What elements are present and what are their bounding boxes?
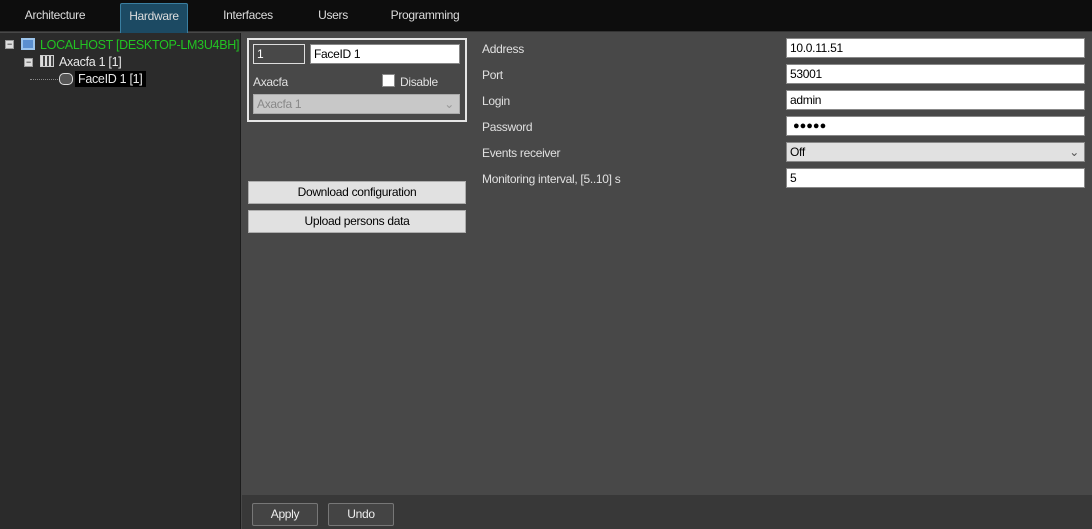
events-receiver-select[interactable]: Off ⌄ [786,142,1085,162]
device-settings-panel: 1 FaceID 1 Axacfa Disable Axacfa 1 ⌄ Down… [242,33,1092,495]
top-tab-bar: Architecture Hardware Interfaces Users P… [0,0,1092,33]
tab-programming[interactable]: Programming [385,3,465,33]
tab-users[interactable]: Users [305,3,361,33]
download-configuration-button[interactable]: Download configuration [248,181,466,204]
tree-node-axacfa[interactable]: Axacfa 1 [1] [59,54,122,70]
chevron-down-icon: ⌄ [444,97,454,111]
parent-label: Axacfa [253,75,288,89]
monitoring-interval-label: Monitoring interval, [5..10] s [482,172,621,186]
tree-node-faceid[interactable]: FaceID 1 [1] [75,71,146,87]
device-number-field[interactable]: 1 [253,44,305,64]
disable-checkbox[interactable] [382,74,395,87]
apply-button[interactable]: Apply [252,503,318,526]
controller-icon [40,55,54,67]
undo-button[interactable]: Undo [328,503,394,526]
login-input[interactable]: admin [786,90,1085,110]
port-input[interactable]: 53001 [786,64,1085,84]
tab-architecture[interactable]: Architecture [10,3,100,33]
collapse-icon[interactable]: − [5,40,14,49]
tab-hardware[interactable]: Hardware [120,3,188,33]
collapse-icon[interactable]: − [24,58,33,67]
login-label: Login [482,94,510,108]
chevron-down-icon: ⌄ [1069,145,1079,159]
footer-bar: Apply Undo [242,495,1092,529]
events-receiver-label: Events receiver [482,146,561,160]
address-input[interactable]: 10.0.11.51 [786,38,1085,58]
password-input[interactable]: ●●●●● [786,116,1085,136]
port-label: Port [482,68,503,82]
upload-persons-data-button[interactable]: Upload persons data [248,210,466,233]
parent-select-value: Axacfa 1 [257,97,302,111]
device-name-field[interactable]: FaceID 1 [310,44,460,64]
monitoring-interval-input[interactable]: 5 [786,168,1085,188]
device-info-box: 1 FaceID 1 Axacfa Disable Axacfa 1 ⌄ [247,38,467,122]
computer-icon [21,38,35,50]
face-id-icon [59,73,73,85]
tree-node-localhost[interactable]: LOCALHOST [DESKTOP-LM3U4BH] [40,37,239,53]
tab-interfaces[interactable]: Interfaces [210,3,286,33]
hardware-tree: − LOCALHOST [DESKTOP-LM3U4BH] − Axacfa 1… [0,33,241,529]
disable-label: Disable [400,75,438,89]
password-label: Password [482,120,533,134]
address-label: Address [482,42,524,56]
tree-connector [30,79,58,80]
parent-select[interactable]: Axacfa 1 ⌄ [253,94,460,114]
events-receiver-value: Off [790,145,805,159]
